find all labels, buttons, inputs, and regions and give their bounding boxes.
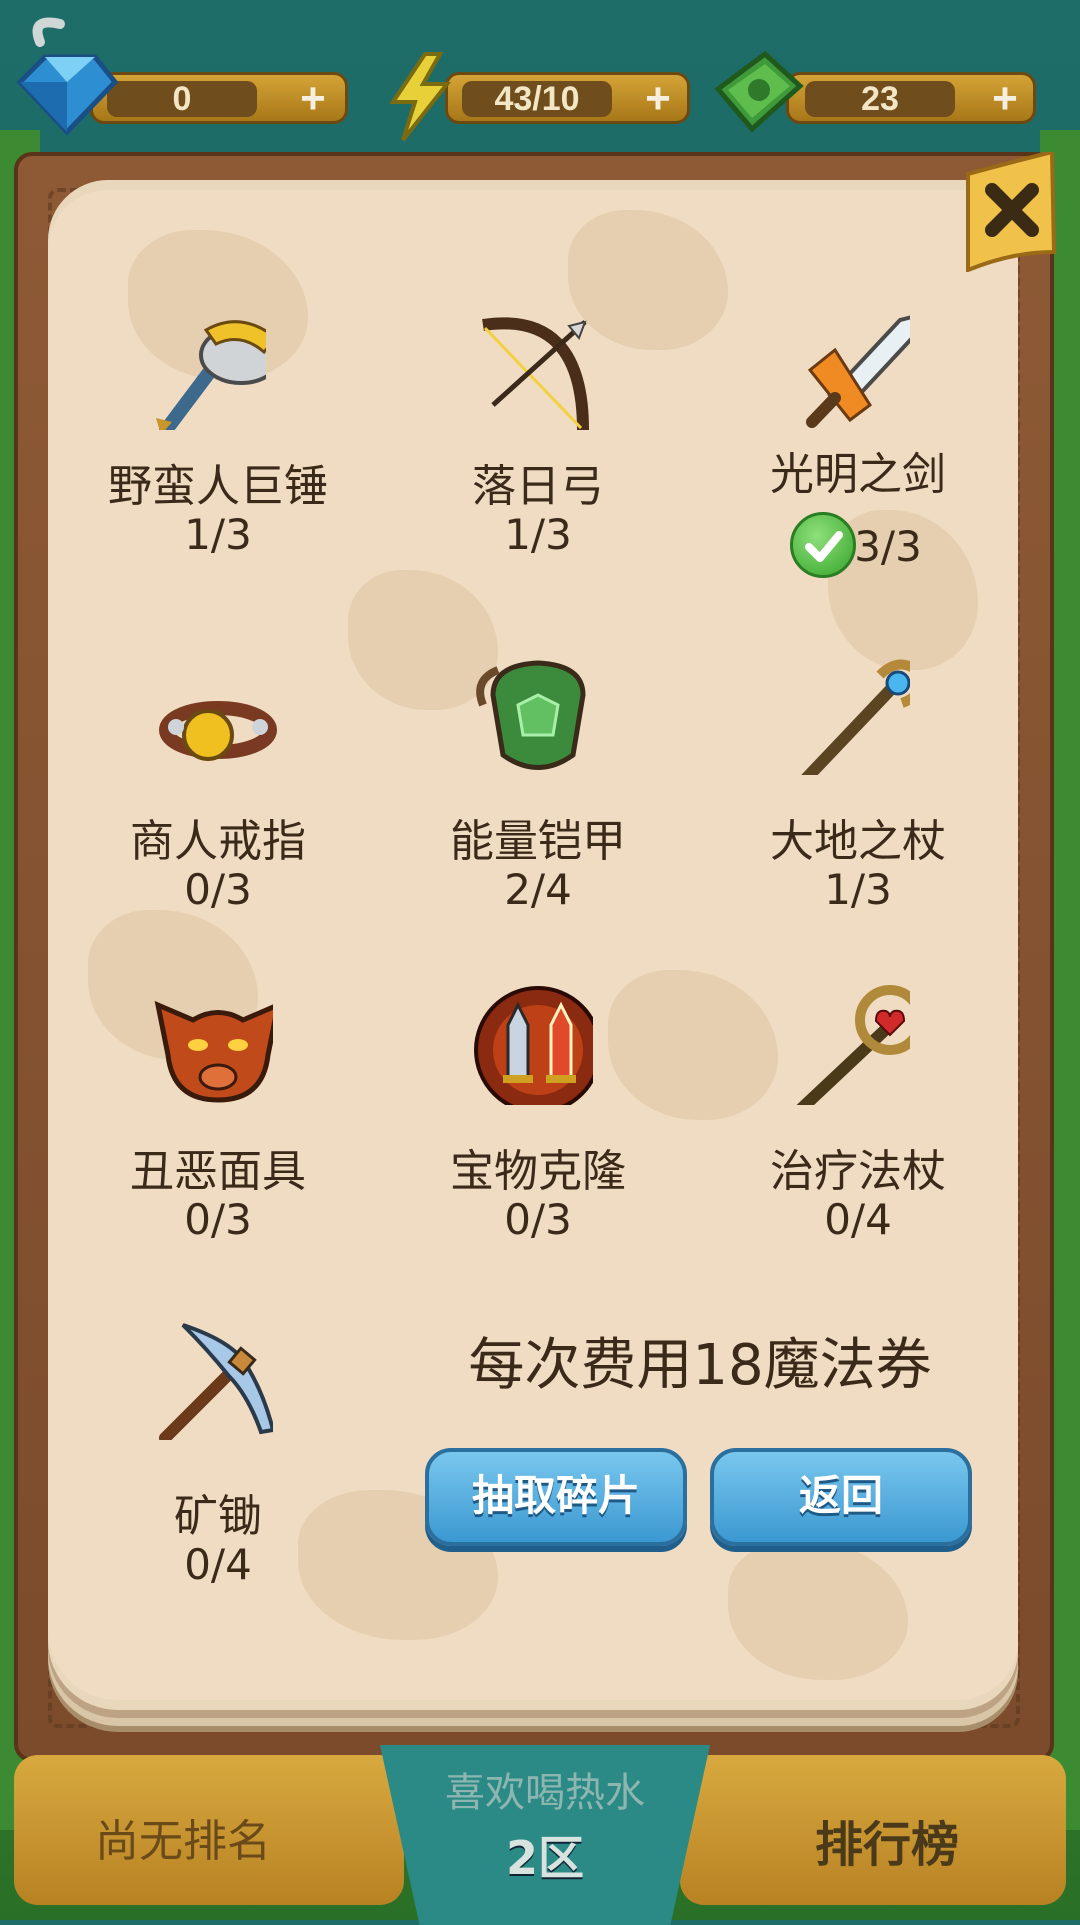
complete-check-icon: [790, 512, 856, 578]
item-energy-armor[interactable]: 能量铠甲 2/4: [378, 655, 698, 935]
item-name: 野蛮人巨锤: [108, 461, 328, 512]
energy-pill: 43/10 +: [445, 72, 690, 124]
item-name: 宝物克隆: [450, 1146, 626, 1197]
leaderboard-label: 排行榜: [815, 1817, 960, 1873]
item-name: 丑恶面具: [130, 1146, 306, 1197]
item-count: 1/3: [504, 510, 572, 559]
draw-fragments-button[interactable]: 抽取碎片: [425, 1448, 687, 1546]
cash-pill: 23 +: [786, 72, 1036, 124]
item-count: 0/3: [184, 865, 252, 914]
item-count: 0/3: [184, 1195, 252, 1244]
gems-plus-button[interactable]: +: [293, 77, 333, 121]
pickaxe-icon: [159, 1323, 273, 1440]
mask-icon: [154, 1000, 273, 1103]
heal-staff-icon: [796, 985, 910, 1105]
armor-icon: [476, 660, 586, 770]
item-barbarian-hammer[interactable]: 野蛮人巨锤 1/3: [58, 300, 378, 600]
staff-icon: [801, 659, 910, 775]
gems-pill: 0 +: [90, 72, 348, 124]
cash-value: 23: [805, 81, 955, 117]
energy-plus-button[interactable]: +: [638, 77, 678, 121]
item-name: 矿锄: [174, 1491, 262, 1542]
page-texture: [728, 1540, 908, 1680]
item-name: 能量铠甲: [450, 816, 626, 867]
item-name: 大地之杖: [770, 816, 946, 867]
lightning-icon: [389, 52, 452, 142]
item-count: 1/3: [824, 865, 892, 914]
server-zone: 2区: [505, 1831, 584, 1885]
diamond-icon: [16, 17, 119, 136]
sword-icon: [806, 315, 910, 428]
close-icon: [966, 149, 1057, 273]
cash-icon: [714, 50, 804, 133]
item-treasure-clone[interactable]: 宝物克隆 0/3: [378, 985, 698, 1265]
item-sword-of-light[interactable]: 光明之剑 3/3: [698, 300, 1018, 600]
item-pickaxe[interactable]: 矿锄 0/4: [58, 1320, 378, 1600]
back-button[interactable]: 返回: [710, 1448, 972, 1546]
cost-text: 每次费用18魔法券: [468, 1333, 932, 1398]
cash-resource: 23 +: [710, 50, 1040, 133]
item-healing-staff[interactable]: 治疗法杖 0/4: [698, 985, 1018, 1265]
item-count: 2/4: [504, 865, 572, 914]
item-count: 0/3: [504, 1195, 572, 1244]
item-count: 0/4: [824, 1195, 892, 1244]
item-count: 0/4: [184, 1540, 252, 1589]
rank-label: 尚无排名: [95, 1816, 271, 1867]
item-sunset-bow[interactable]: 落日弓 1/3: [378, 300, 698, 600]
energy-value: 43/10: [462, 81, 612, 117]
item-count: 1/3: [184, 510, 252, 559]
gems-resource: 0 +: [10, 17, 348, 136]
cash-plus-button[interactable]: +: [985, 77, 1025, 121]
item-name: 光明之剑: [770, 449, 946, 500]
energy-resource: 43/10 +: [385, 52, 695, 142]
clone-icon: [474, 986, 593, 1105]
item-ugly-mask[interactable]: 丑恶面具 0/3: [58, 985, 378, 1265]
item-earth-staff[interactable]: 大地之杖 1/3: [698, 655, 1018, 935]
item-name: 治疗法杖: [770, 1146, 946, 1197]
gems-value: 0: [107, 81, 257, 117]
close-button[interactable]: [962, 149, 1058, 273]
item-merchant-ring[interactable]: 商人戒指 0/3: [58, 655, 378, 935]
hammer-icon: [156, 320, 266, 430]
server-name: 喜欢喝热水: [445, 1770, 645, 1816]
bow-icon: [482, 317, 589, 430]
item-name: 落日弓: [472, 461, 604, 512]
item-count: 3/3: [854, 522, 922, 571]
item-name: 商人戒指: [130, 816, 306, 867]
ring-icon: [159, 701, 277, 761]
